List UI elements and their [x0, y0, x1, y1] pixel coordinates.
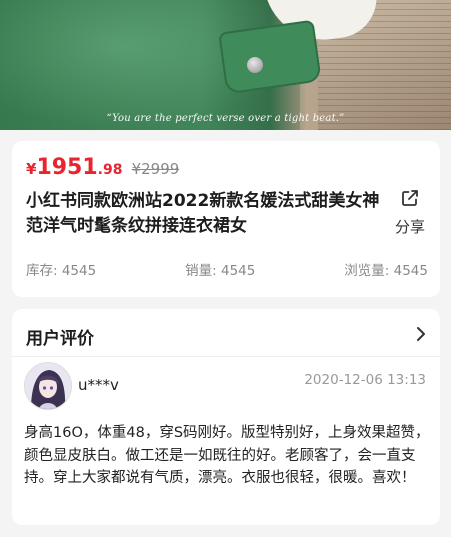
- current-price: ¥1951.98: [26, 155, 123, 180]
- image-caption: “You are the perfect verse over a tight …: [106, 113, 345, 124]
- original-price: ¥2999: [131, 160, 180, 178]
- price-decimal: .98: [97, 162, 123, 178]
- price-integer: 1951: [36, 155, 98, 180]
- review-date: 2020-12-06 13:13: [304, 372, 426, 388]
- stock-count: 库存: 4545: [26, 263, 97, 279]
- product-stats: 库存: 4545 销量: 4545 浏览量: 4545: [26, 259, 428, 279]
- metal-button: [247, 57, 263, 73]
- pocket: [218, 19, 322, 95]
- price-row: ¥1951.98 ¥2999: [26, 155, 179, 180]
- share-button[interactable]: 分享: [390, 188, 430, 237]
- currency-symbol: ¥: [26, 160, 37, 178]
- reviewer-username: u***v: [78, 376, 119, 394]
- product-image[interactable]: “You are the perfect verse over a tight …: [0, 0, 451, 130]
- avatar[interactable]: [24, 362, 72, 410]
- share-icon: [402, 190, 418, 206]
- avatar-image: [25, 363, 71, 409]
- review-text: 身高16O，体重48，穿S码刚好。版型特别好，上身效果超赞，颜色显皮肤白。做工还…: [24, 425, 430, 486]
- share-label: 分享: [394, 218, 425, 236]
- product-title: 小红书同款欧洲站2022新款名媛法式甜美女神范洋气时髦条纹拼接连衣裙女: [26, 191, 380, 236]
- sales-count: 销量: 4545: [185, 263, 256, 279]
- reviews-card: 用户评价 u***v 2020-12-06 13:13 身高16O，体重48，穿…: [12, 309, 440, 525]
- reviews-title: 用户评价: [26, 329, 94, 349]
- divider: [12, 356, 440, 357]
- product-info-card: ¥1951.98 ¥2999 小红书同款欧洲站2022新款名媛法式甜美女神范洋气…: [12, 141, 440, 297]
- chevron-right-icon[interactable]: [416, 326, 426, 342]
- view-count: 浏览量: 4545: [344, 263, 428, 279]
